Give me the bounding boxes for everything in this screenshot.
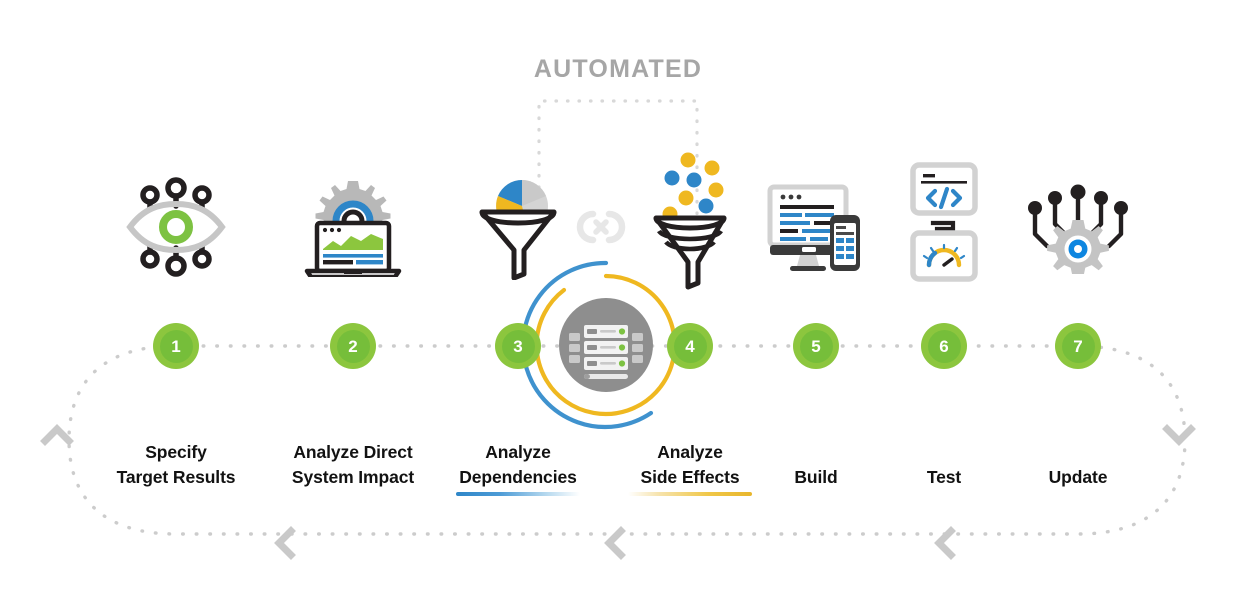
step-number-1: 1 [159,329,193,363]
step-label-1-line2: Target Results [116,467,236,487]
step-label-3: Analyze Dependencies [418,440,618,490]
step-badge-2[interactable]: 2 [330,323,376,369]
step-number-4: 4 [673,329,707,363]
chevron-up-left-icon [40,424,74,446]
step-label-1-line1: Specify [145,442,207,462]
step-number-6: 6 [927,329,961,363]
eye-nodes-icon [76,168,276,286]
diagram-canvas: AUTOMATED 1 Specify Target Results 2 Ana… [0,0,1236,603]
step-badge-5[interactable]: 5 [793,323,839,369]
step-label-3-line1: Analyze [485,442,551,462]
step-badge-3[interactable]: 3 [495,323,541,369]
step-number-3: 3 [501,329,535,363]
step-badge-6[interactable]: 6 [921,323,967,369]
broken-link-icon [576,210,626,244]
data-dots [662,152,724,222]
step-label-3-line2: Dependencies [459,467,577,487]
step-badge-7[interactable]: 7 [1055,323,1101,369]
step-badge-1[interactable]: 1 [153,323,199,369]
step-number-7: 7 [1061,329,1095,363]
gear-circuit-icon [978,168,1178,286]
step-badge-4[interactable]: 4 [667,323,713,369]
step-label-1: Specify Target Results [76,440,276,490]
step-label-7-line2: Update [1048,467,1108,487]
step-number-5: 5 [799,329,833,363]
step-1[interactable]: 1 Specify Target Results [76,0,276,603]
step-underline-3 [456,492,580,496]
step-7[interactable]: 7 Update [978,0,1178,603]
step-number-2: 2 [336,329,370,363]
step-label-7: Update [978,465,1178,490]
